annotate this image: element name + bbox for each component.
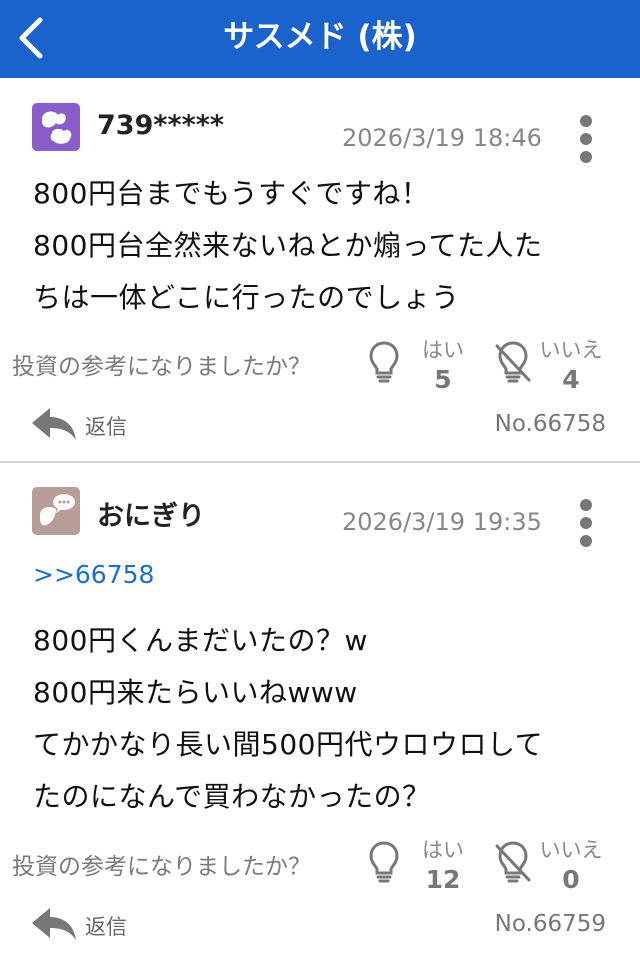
post-body-line: 800円来たらいいねwww xyxy=(33,676,358,709)
post: おにぎり 2026/3/19 19:35 >>66758 800円くんまだいたの… xyxy=(0,0,640,957)
more-dot xyxy=(580,517,592,529)
yes-count: 12 xyxy=(425,865,461,894)
avatar[interactable] xyxy=(32,487,80,535)
yes-label: はい xyxy=(422,838,464,862)
post-body-line: たのになんで買わなかったの？ xyxy=(33,780,431,813)
more-dot xyxy=(580,499,592,511)
post-body-line: 800円くんまだいたの？w xyxy=(33,624,368,657)
reply-to-link[interactable]: >>66758 xyxy=(33,560,154,589)
reply-button[interactable]: 返信 xyxy=(85,911,127,941)
more-options-button[interactable] xyxy=(572,496,600,550)
no-count: 0 xyxy=(562,865,580,894)
reply-icon[interactable] xyxy=(30,905,78,943)
lightbulb-icon[interactable] xyxy=(367,840,401,884)
timestamp: 2026/3/19 19:35 xyxy=(342,508,542,536)
post-number: No.66759 xyxy=(494,911,606,937)
lightbulb-off-icon[interactable] xyxy=(494,840,532,884)
username[interactable]: おにぎり xyxy=(97,494,205,533)
helpful-question: 投資の参考になりましたか？ xyxy=(12,854,311,880)
no-label: いいえ xyxy=(539,838,603,862)
post-body-line: てかかなり長い間500円代ウロウロして xyxy=(33,728,544,761)
more-dot xyxy=(580,535,592,547)
